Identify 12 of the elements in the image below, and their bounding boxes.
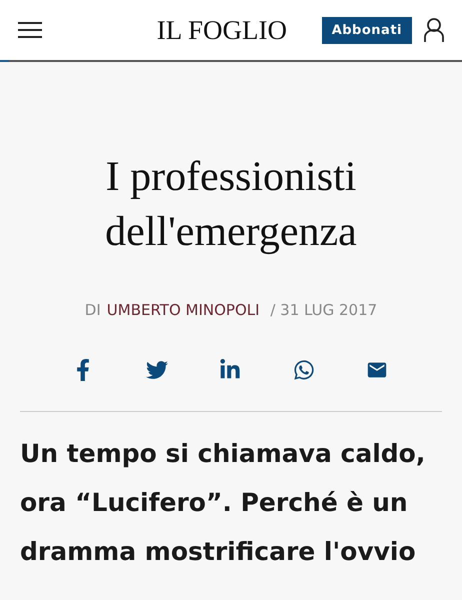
user-icon[interactable] — [424, 18, 444, 42]
subscribe-button[interactable]: Abbonati — [322, 16, 412, 44]
linkedin-icon[interactable] — [219, 359, 241, 382]
article-lead: Un tempo si chiamava caldo, ora “Lucifero”. Perché è un dramma mostrificare l'ovvio — [20, 438, 426, 568]
phone-bubble-icon[interactable] — [292, 359, 314, 382]
byline-prefix: DI — [84, 301, 101, 320]
menu-icon[interactable] — [18, 22, 42, 38]
bird-icon[interactable] — [146, 359, 168, 382]
logo[interactable]: IL FOGLIO — [42, 14, 322, 46]
author-link[interactable]: UMBERTO MINOPOLI — [106, 301, 260, 320]
publish-date: / 31 LUG 2017 — [269, 301, 378, 320]
article-title: I professionisti dell'emergenza — [104, 153, 358, 257]
